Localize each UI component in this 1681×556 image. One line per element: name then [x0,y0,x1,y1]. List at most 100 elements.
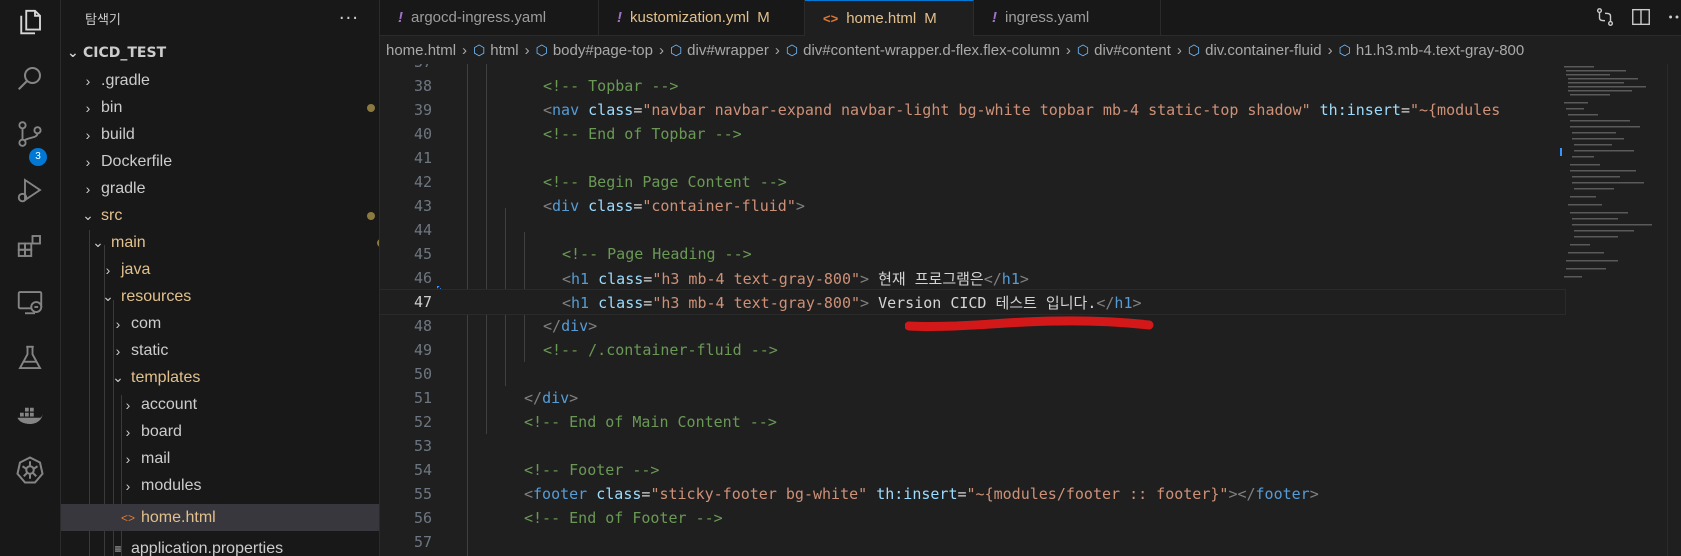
code-line: 38 <!-- Topbar --> [413,77,679,95]
breadcrumb-item[interactable]: ⬡ div#content-wrapper.d-flex.flex-column [786,42,1060,59]
tree-item-account[interactable]: › account [61,391,379,418]
chevron-down-icon: ⌄ [67,45,79,61]
project-name: CICD_TEST [83,45,167,61]
docker-icon[interactable] [0,392,60,436]
tree-item-gradle[interactable]: › gradle [61,175,379,202]
chevron-down-icon: ⌄ [92,234,104,250]
tree-item-templates[interactable]: ⌄ templates [61,364,379,391]
chevron-right-icon: › [85,180,91,197]
project-root[interactable]: ⌄ CICD_TEST [61,41,379,65]
symbol-icon: ⬡ [473,41,486,58]
breadcrumb-item[interactable]: ⬡ div.container-fluid [1188,42,1322,59]
activity-bar: 3 [0,0,61,556]
chevron-right-icon: › [125,477,131,494]
code-line: 51 </div> [413,389,579,407]
chevron-down-icon: ⌄ [102,288,114,304]
run-debug-icon[interactable] [0,168,60,212]
tab-home-html[interactable]: <> home.html M [805,0,974,36]
yaml-file-icon: ! [992,9,997,26]
tree-item-application-properties[interactable]: ≡ application.properties [61,535,379,556]
tree-item-main[interactable]: ⌄ main [61,229,379,256]
tree-item-resources[interactable]: ⌄ resources [61,283,379,310]
chevron-right-icon: › [115,315,121,332]
chevron-down-icon: ⌄ [112,369,124,385]
tree-item-build[interactable]: › build [61,121,379,148]
breadcrumb: home.html › ⬡ html › ⬡ body#page-top › ⬡ di… [380,36,1681,64]
code-line-current: 47 <h1 class="h3 mb-4 text-gray-800"> Ve… [380,289,1566,315]
chevron-right-icon: › [125,450,131,467]
more-actions-icon[interactable] [1666,6,1681,28]
symbol-icon: ⬡ [1076,41,1090,58]
compare-changes-icon[interactable] [1594,6,1616,28]
code-line: 50 [413,365,432,383]
modified-dot [367,211,375,220]
tab-argocd-ingress[interactable]: ! argocd-ingress.yaml [380,0,599,35]
code-line: 37 [380,64,1565,74]
editor-tab-bar: ! argocd-ingress.yaml ! kustomization.ym… [380,0,1681,36]
minimap[interactable] [1560,64,1660,284]
code-line: 40 <!-- End of Topbar --> [413,125,742,143]
kubernetes-icon[interactable] [0,448,60,492]
code-line: 42 <!-- Begin Page Content --> [413,173,787,191]
settings-file-icon: ≡ [114,541,122,556]
remote-explorer-icon[interactable] [0,280,60,324]
explorer-title: 탐색기 [85,12,121,28]
extensions-icon[interactable] [0,224,60,268]
code-line: 53 [413,437,432,455]
breadcrumb-item[interactable]: home.html [386,42,456,59]
breadcrumb-item[interactable]: ⬡ html [473,42,519,59]
chevron-right-icon: › [658,41,664,59]
yaml-file-icon: ! [617,9,622,26]
chevron-right-icon: › [524,41,530,59]
testing-icon[interactable] [0,336,60,380]
code-line: 41 [413,149,432,167]
tree-item-modules[interactable]: › modules [61,472,379,499]
breadcrumb-item[interactable]: ⬡ h1.h3.mb-4.text-gray-800 [1339,42,1525,59]
yaml-file-icon: ! [398,9,403,26]
explorer-sidebar: 탐색기 ··· ⌄ CICD_TEST › .gradle › bin › bu… [61,0,380,556]
explorer-icon[interactable] [0,0,60,44]
more-actions-icon[interactable]: ··· [339,8,359,29]
tree-item-board[interactable]: › board [61,418,379,445]
tree-item-java[interactable]: › java [61,256,379,283]
chevron-right-icon: › [115,342,121,359]
symbol-icon: ⬡ [1187,41,1201,58]
source-control-icon[interactable] [0,112,60,156]
tree-item-gradle-dir[interactable]: › .gradle [61,67,379,94]
tree-item-com[interactable]: › com [61,310,379,337]
symbol-icon: ⬡ [669,41,683,58]
breadcrumb-item[interactable]: ⬡ div#wrapper [670,42,769,59]
chevron-right-icon: › [85,99,91,116]
code-line: 44 [413,221,432,239]
split-editor-icon[interactable] [1630,6,1652,28]
code-line: 43 <div class="container-fluid"> [413,197,805,215]
tree-item-static[interactable]: › static [61,337,379,364]
red-underline-annotation [905,316,1154,332]
code-line: 57 [413,533,432,551]
symbol-icon: ⬡ [1338,41,1351,58]
breadcrumb-item[interactable]: ⬡ div#content [1077,42,1171,59]
code-line: 46 <h1 class="h3 mb-4 text-gray-800"> 현재… [413,269,1029,288]
tree-item-bin[interactable]: › bin [61,94,379,121]
chevron-right-icon: › [1327,41,1333,59]
tree-item-src[interactable]: ⌄ src [61,202,379,229]
chevron-right-icon: › [85,72,91,89]
symbol-icon: ⬡ [535,41,548,58]
code-editor[interactable]: 37 38 <!-- Topbar --> 39 <nav class="nav… [380,64,1681,556]
tab-kustomization[interactable]: ! kustomization.yml M [599,0,805,35]
vertical-scrollbar[interactable] [1667,64,1681,556]
chevron-right-icon: › [1065,41,1071,59]
tree-item-home-html[interactable]: <> home.html M [61,504,379,531]
chevron-right-icon: › [85,153,91,170]
tree-item-dockerfile[interactable]: › Dockerfile [61,148,379,175]
modified-indicator: M [924,10,937,27]
chevron-right-icon: › [105,261,111,278]
html-file-icon: <> [823,11,839,26]
chevron-right-icon: › [85,126,91,143]
search-icon[interactable] [0,56,60,100]
scm-badge: 3 [29,148,47,166]
tab-ingress[interactable]: ! ingress.yaml [974,0,1161,35]
chevron-right-icon: › [125,396,131,413]
tree-item-mail[interactable]: › mail [61,445,379,472]
breadcrumb-item[interactable]: ⬡ body#page-top [536,42,653,59]
